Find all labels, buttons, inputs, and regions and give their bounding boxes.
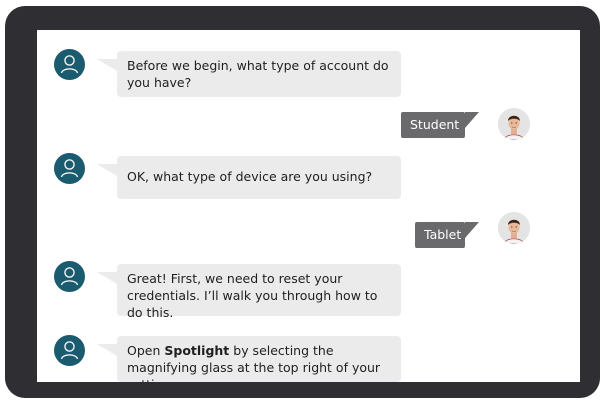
user-message-text: Tablet xyxy=(424,227,462,242)
bot-message-text-before: Open xyxy=(127,343,165,358)
bot-message-bold-text: Spotlight xyxy=(164,343,230,358)
bot-avatar-icon xyxy=(54,335,85,366)
tablet-frame: Before we begin, what type of account do… xyxy=(5,6,600,398)
user-avatar xyxy=(498,108,530,140)
bot-avatar-icon xyxy=(54,49,85,80)
user-avatar xyxy=(498,212,530,244)
user-message-text: Student xyxy=(410,117,460,132)
user-message: Student xyxy=(401,112,479,138)
bot-message-text: OK, what type of device are you using? xyxy=(127,169,373,184)
chat-screen: Before we begin, what type of account do… xyxy=(37,30,580,382)
bot-message-text: Before we begin, what type of account do… xyxy=(127,58,389,90)
bot-message: Great! First, we need to reset your cred… xyxy=(97,264,401,320)
user-message: Tablet xyxy=(415,222,479,248)
bot-message: Open Spotlight by selecting the magnifyi… xyxy=(97,336,401,382)
bot-message: Before we begin, what type of account do… xyxy=(97,51,401,97)
bot-avatar-icon xyxy=(54,153,85,184)
bot-message-text: Great! First, we need to reset your cred… xyxy=(127,271,378,320)
bot-avatar-icon xyxy=(54,261,85,292)
bot-message: OK, what type of device are you using? xyxy=(97,156,401,199)
